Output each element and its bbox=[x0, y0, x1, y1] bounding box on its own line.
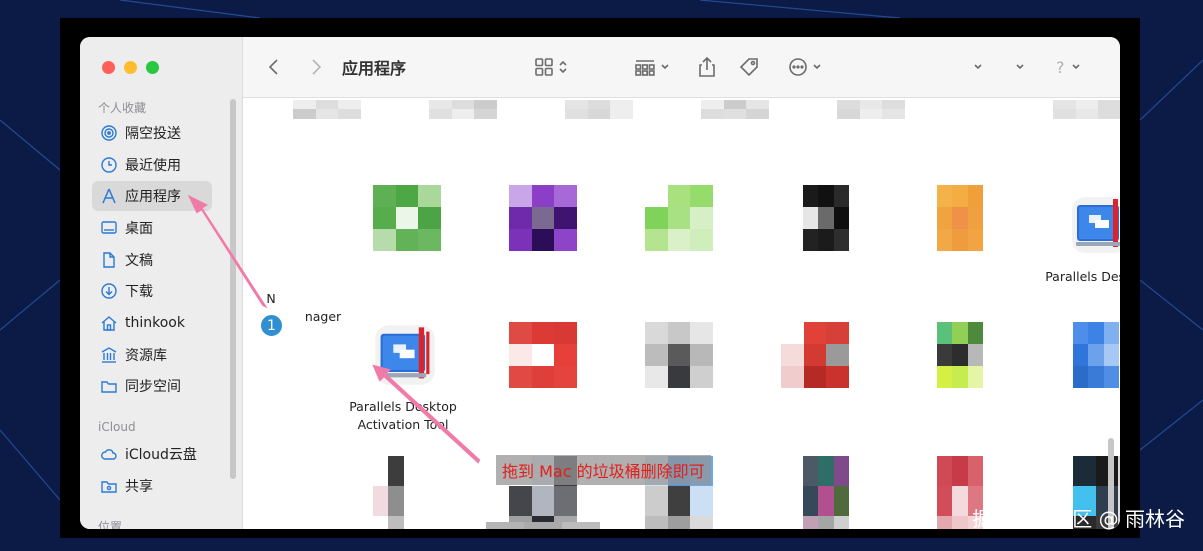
zoom-button[interactable] bbox=[146, 61, 159, 74]
app-icon-blurred[interactable] bbox=[645, 185, 713, 251]
help-dropdown[interactable]: ? bbox=[1056, 55, 1081, 79]
cloud-icon bbox=[101, 449, 117, 460]
airdrop-icon bbox=[101, 125, 117, 141]
tag-icon bbox=[739, 58, 758, 77]
app-label-line: Activation Tool bbox=[357, 417, 449, 432]
sidebar-item-desktop[interactable]: 桌面 bbox=[92, 213, 212, 243]
extension-dropdown-1[interactable] bbox=[973, 55, 983, 79]
chevron-down-icon bbox=[1016, 64, 1024, 70]
app-icon-blurred[interactable] bbox=[293, 100, 361, 128]
applications-icon bbox=[102, 188, 116, 204]
share-icon bbox=[699, 56, 715, 77]
app-label-line: Parallels Desktop bbox=[349, 399, 457, 414]
instruction-caption: 拖到 Mac 的垃圾桶删除即可 bbox=[496, 455, 711, 485]
app-icon-blurred[interactable] bbox=[373, 456, 419, 529]
sidebar-item-label: 最近使用 bbox=[125, 158, 181, 174]
document-icon bbox=[103, 252, 115, 268]
extension-dropdown-2[interactable] bbox=[1015, 55, 1025, 79]
close-button[interactable] bbox=[102, 61, 115, 74]
app-icon-blurred[interactable] bbox=[701, 100, 769, 128]
sidebar-item-label: 应用程序 bbox=[125, 189, 181, 205]
sidebar-item-label: 资源库 bbox=[125, 348, 167, 364]
sidebar-item-documents[interactable]: 文稿 bbox=[92, 245, 212, 275]
forward-chevron-icon bbox=[312, 59, 322, 75]
sidebar-item-label: 共享 bbox=[125, 479, 153, 495]
group-button[interactable] bbox=[634, 55, 670, 79]
app-icon-blurred[interactable] bbox=[803, 185, 849, 251]
sidebar-item-airdrop[interactable]: 隔空投送 bbox=[92, 118, 212, 148]
app-icon-blurred[interactable] bbox=[937, 185, 983, 251]
back-chevron-icon bbox=[268, 59, 278, 75]
minimize-button[interactable] bbox=[124, 61, 137, 74]
shared-folder-icon bbox=[101, 481, 117, 493]
more-icon bbox=[789, 58, 807, 76]
app-icon-blurred[interactable] bbox=[429, 100, 497, 128]
chevron-down-icon bbox=[974, 64, 982, 70]
grid-icon bbox=[535, 58, 553, 76]
download-icon bbox=[101, 283, 117, 299]
share-button[interactable] bbox=[698, 55, 716, 79]
app-icon-blurred[interactable] bbox=[803, 456, 849, 529]
back-button[interactable] bbox=[267, 55, 281, 79]
favorites-header: 个人收藏 bbox=[98, 101, 147, 115]
app-icon-blurred[interactable] bbox=[645, 322, 713, 388]
view-icons-button[interactable] bbox=[534, 55, 568, 79]
app-label-cutoff: N bbox=[266, 291, 276, 306]
app-label-parallels-desktop[interactable]: Parallels Desktop bbox=[948, 268, 1120, 286]
question-mark: ? bbox=[1056, 57, 1065, 77]
parallels-activation-tool-icon[interactable] bbox=[371, 321, 439, 389]
window-title: 应用程序 bbox=[342, 59, 407, 78]
group-grid-icon bbox=[635, 60, 655, 76]
chevron-down-icon bbox=[661, 64, 669, 70]
app-icon-blurred[interactable] bbox=[373, 185, 441, 251]
folder-icon bbox=[101, 381, 117, 393]
sidebar-item-label: thinkook bbox=[125, 315, 185, 331]
icloud-header: iCloud bbox=[98, 420, 136, 434]
parallels-desktop-icon[interactable] bbox=[1068, 193, 1120, 257]
sidebar-item-home[interactable]: thinkook bbox=[92, 308, 212, 338]
sidebar: 个人收藏 隔空投送 最近使用 应用程序 桌面 文稿 下载 thinkook 资源… bbox=[80, 37, 243, 529]
app-icon-blurred[interactable] bbox=[509, 185, 577, 251]
action-menu-button[interactable] bbox=[788, 55, 822, 79]
home-icon bbox=[101, 316, 117, 331]
sidebar-scrollbar[interactable] bbox=[230, 99, 236, 479]
sidebar-item-label: 文稿 bbox=[125, 253, 153, 269]
library-icon bbox=[101, 347, 117, 363]
sidebar-item-label: 下载 bbox=[125, 284, 153, 300]
sidebar-item-recents[interactable]: 最近使用 bbox=[92, 150, 212, 180]
forward-button[interactable] bbox=[309, 55, 323, 79]
watermark-text: 掘金技术社区 @ 雨林谷 bbox=[972, 507, 1185, 531]
sidebar-item-label: iCloud云盘 bbox=[125, 447, 197, 463]
app-icon-blurred[interactable] bbox=[486, 522, 600, 529]
app-icon-blurred[interactable] bbox=[565, 100, 633, 128]
sidebar-item-icloud-drive[interactable]: iCloud云盘 bbox=[92, 439, 212, 469]
tag-button[interactable] bbox=[738, 55, 760, 79]
app-icon-blurred[interactable] bbox=[781, 322, 849, 388]
app-icon-blurred[interactable] bbox=[937, 322, 983, 388]
chevron-down-icon bbox=[1071, 64, 1080, 70]
sidebar-item-downloads[interactable]: 下载 bbox=[92, 276, 212, 306]
clock-icon bbox=[101, 157, 117, 173]
sidebar-item-label: 隔空投送 bbox=[125, 126, 181, 142]
traffic-lights bbox=[102, 61, 159, 74]
sidebar-item-sync[interactable]: 同步空间 bbox=[92, 371, 212, 401]
sidebar-item-shared[interactable]: 共享 bbox=[92, 471, 212, 501]
app-icon-blurred[interactable] bbox=[1073, 322, 1119, 388]
sidebar-item-label: 桌面 bbox=[125, 221, 153, 237]
sidebar-item-applications[interactable]: 应用程序 bbox=[92, 181, 212, 211]
sidebar-item-library[interactable]: 资源库 bbox=[92, 340, 212, 370]
up-down-chevron-icon bbox=[559, 60, 567, 74]
desktop-icon bbox=[101, 221, 117, 234]
locations-header: 位置 bbox=[98, 520, 123, 529]
app-label-cutoff: nager bbox=[304, 309, 342, 324]
app-icon-blurred[interactable] bbox=[1053, 100, 1120, 128]
toolbar: 应用程序 ? bbox=[243, 37, 1120, 98]
chevron-down-icon bbox=[813, 64, 821, 70]
app-icon-blurred[interactable] bbox=[837, 100, 905, 128]
app-label-activation-tool[interactable]: Parallels Desktop Activation Tool bbox=[333, 398, 473, 434]
app-icon-blurred[interactable] bbox=[509, 322, 577, 388]
sidebar-item-label: 同步空间 bbox=[125, 379, 181, 395]
step-badge: 1 bbox=[259, 313, 284, 338]
